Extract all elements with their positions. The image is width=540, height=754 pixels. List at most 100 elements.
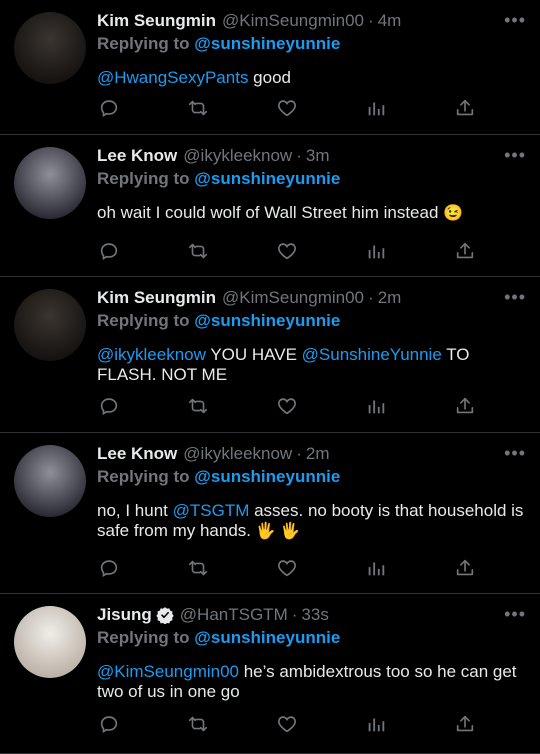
share-button[interactable] xyxy=(453,241,477,265)
replying-to-label: Replying to xyxy=(97,34,190,53)
avatar[interactable] xyxy=(14,445,86,517)
like-button[interactable] xyxy=(275,558,299,582)
retweet-button[interactable] xyxy=(186,558,210,582)
tweet[interactable]: Lee Know @ikykleeknow · 3m ••• Replying to @s… xyxy=(0,135,540,277)
mention-link[interactable]: @ikykleeknow xyxy=(97,345,206,364)
mention-link[interactable]: @KimSeungmin00 xyxy=(97,662,239,681)
display-name[interactable]: Kim Seungmin xyxy=(97,10,216,32)
like-button[interactable] xyxy=(275,396,299,420)
timestamp[interactable]: 2m xyxy=(306,443,330,465)
emoji: 🖐 🖐 xyxy=(255,523,301,540)
timeline: Kim Seungmin @KimSeungmin00 · 4m ••• Replying… xyxy=(0,0,540,754)
tweet[interactable]: Kim Seungmin @KimSeungmin00 · 2m ••• Replying… xyxy=(0,277,540,433)
share-icon xyxy=(454,97,476,124)
like-button[interactable] xyxy=(275,714,299,738)
user-handle[interactable]: @KimSeungmin00 xyxy=(222,287,364,309)
replying-to: Replying to @sunshineyunnie xyxy=(97,33,526,55)
replying-to-handle[interactable]: @sunshineyunnie xyxy=(194,311,340,330)
avatar[interactable] xyxy=(14,147,86,219)
timestamp[interactable]: 4m xyxy=(378,10,402,32)
more-options-icon[interactable]: ••• xyxy=(504,145,526,165)
tweet-text: no, I hunt @TSGTM asses. no booty is tha… xyxy=(97,501,526,542)
tweet-content: Kim Seungmin @KimSeungmin00 · 4m ••• Replying… xyxy=(97,10,526,88)
tweet-header: Lee Know @ikykleeknow · 3m xyxy=(97,145,526,167)
retweet-icon xyxy=(187,395,209,422)
reply-button[interactable] xyxy=(97,98,121,122)
tweet-actions xyxy=(97,396,477,420)
tweet-content: Kim Seungmin @KimSeungmin00 · 2m ••• Replying… xyxy=(97,287,526,385)
like-icon xyxy=(276,395,298,422)
reply-icon xyxy=(98,713,120,740)
like-icon xyxy=(276,97,298,124)
tweet-actions xyxy=(97,558,477,582)
user-handle[interactable]: @ikykleeknow xyxy=(183,443,292,465)
analytics-button[interactable] xyxy=(364,396,388,420)
user-handle[interactable]: @KimSeungmin00 xyxy=(222,10,364,32)
more-options-icon[interactable]: ••• xyxy=(504,10,526,30)
timestamp[interactable]: 2m xyxy=(378,287,402,309)
like-button[interactable] xyxy=(275,241,299,265)
analytics-icon xyxy=(365,240,387,267)
tweet[interactable]: Jisung @HanTSGTM · 33s ••• Replying to @sunsh… xyxy=(0,594,540,754)
reply-icon xyxy=(98,97,120,124)
retweet-button[interactable] xyxy=(186,241,210,265)
user-handle[interactable]: @HanTSGTM xyxy=(180,604,288,626)
tweet-actions xyxy=(97,714,477,738)
analytics-button[interactable] xyxy=(364,241,388,265)
display-name[interactable]: Lee Know xyxy=(97,145,177,167)
more-options-icon[interactable]: ••• xyxy=(504,443,526,463)
display-name[interactable]: Jisung xyxy=(97,604,152,626)
tweet-content: Lee Know @ikykleeknow · 2m ••• Replying to @s… xyxy=(97,443,526,542)
tweet-header: Lee Know @ikykleeknow · 2m xyxy=(97,443,526,465)
analytics-button[interactable] xyxy=(364,714,388,738)
text-segment: good xyxy=(248,68,291,87)
share-button[interactable] xyxy=(453,98,477,122)
analytics-button[interactable] xyxy=(364,98,388,122)
tweet[interactable]: Kim Seungmin @KimSeungmin00 · 4m ••• Replying… xyxy=(0,0,540,135)
timestamp[interactable]: 33s xyxy=(301,604,328,626)
like-button[interactable] xyxy=(275,98,299,122)
retweet-icon xyxy=(187,97,209,124)
share-button[interactable] xyxy=(453,558,477,582)
timestamp[interactable]: 3m xyxy=(306,145,330,167)
display-name[interactable]: Kim Seungmin xyxy=(97,287,216,309)
retweet-button[interactable] xyxy=(186,396,210,420)
replying-to-handle[interactable]: @sunshineyunnie xyxy=(194,467,340,486)
replying-to-handle[interactable]: @sunshineyunnie xyxy=(194,34,340,53)
analytics-button[interactable] xyxy=(364,558,388,582)
share-icon xyxy=(454,395,476,422)
text-segment: oh wait I could wolf of Wall Street him … xyxy=(97,203,444,222)
replying-to-handle[interactable]: @sunshineyunnie xyxy=(194,169,340,188)
mention-link[interactable]: @TSGTM xyxy=(173,501,250,520)
mention-link[interactable]: @SunshineYunnie xyxy=(302,345,442,364)
more-options-icon[interactable]: ••• xyxy=(504,604,526,624)
display-name[interactable]: Lee Know xyxy=(97,443,177,465)
mention-link[interactable]: @HwangSexyPants xyxy=(97,68,248,87)
share-button[interactable] xyxy=(453,396,477,420)
reply-button[interactable] xyxy=(97,241,121,265)
reply-icon xyxy=(98,240,120,267)
tweet-actions xyxy=(97,241,477,265)
avatar[interactable] xyxy=(14,289,86,361)
like-icon xyxy=(276,713,298,740)
reply-button[interactable] xyxy=(97,714,121,738)
tweet[interactable]: Lee Know @ikykleeknow · 2m ••• Replying to @s… xyxy=(0,433,540,594)
user-handle[interactable]: @ikykleeknow xyxy=(183,145,292,167)
replying-to-handle[interactable]: @sunshineyunnie xyxy=(194,628,340,647)
analytics-icon xyxy=(365,557,387,584)
share-button[interactable] xyxy=(453,714,477,738)
retweet-button[interactable] xyxy=(186,714,210,738)
retweet-button[interactable] xyxy=(186,98,210,122)
separator-dot: · xyxy=(296,146,302,165)
tweet-text: @HwangSexyPants good xyxy=(97,68,526,88)
more-options-icon[interactable]: ••• xyxy=(504,287,526,307)
separator-dot: · xyxy=(291,605,298,624)
replying-to: Replying to @sunshineyunnie xyxy=(97,310,526,332)
tweet-header: Kim Seungmin @KimSeungmin00 · 4m xyxy=(97,10,526,32)
avatar[interactable] xyxy=(14,606,86,678)
avatar[interactable] xyxy=(14,12,86,84)
replying-to-label: Replying to xyxy=(97,467,190,486)
reply-button[interactable] xyxy=(97,396,121,420)
replying-to-label: Replying to xyxy=(97,311,190,330)
reply-button[interactable] xyxy=(97,558,121,582)
